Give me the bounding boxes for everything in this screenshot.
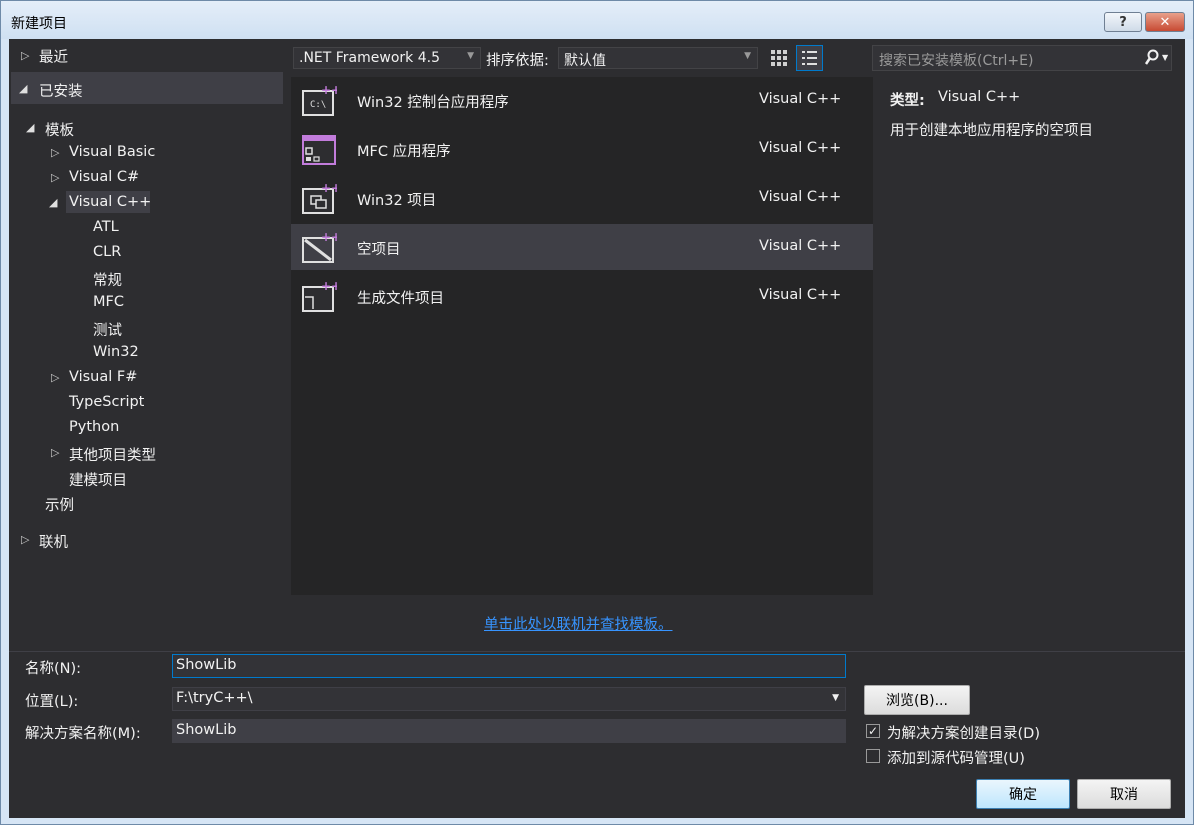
- template-language: Visual C++: [759, 140, 842, 156]
- create-directory-label[interactable]: 为解决方案创建目录(D): [887, 722, 1040, 743]
- chevron-down-icon: ▼: [744, 51, 751, 61]
- project-name-field[interactable]: ShowLib: [172, 654, 846, 678]
- search-icon[interactable]: [1144, 49, 1160, 71]
- mfc-app-icon: [301, 132, 337, 168]
- svg-text:++: ++: [321, 181, 337, 195]
- chevron-down-icon: ▼: [467, 51, 474, 61]
- type-label: 类型:: [890, 93, 925, 109]
- template-language: Visual C++: [759, 189, 842, 205]
- collapse-triangle-icon[interactable]: ◢: [26, 121, 34, 134]
- template-language: Visual C++: [759, 287, 842, 303]
- template-description: 类型: Visual C++ 用于创建本地应用程序的空项目: [879, 77, 1185, 595]
- collapse-triangle-icon[interactable]: ◢: [49, 196, 57, 209]
- browse-button[interactable]: 浏览(B)...: [864, 685, 970, 715]
- tree-item-win32[interactable]: Win32: [93, 344, 139, 360]
- chevron-down-icon[interactable]: ▼: [832, 693, 839, 703]
- tree-item-visual-csharp[interactable]: Visual C#: [69, 169, 139, 185]
- console-app-icon: C:\ ++: [301, 83, 341, 119]
- tree-item-modeling[interactable]: 建模项目: [69, 469, 127, 490]
- template-language: Visual C++: [759, 91, 842, 107]
- tree-item-templates[interactable]: 模板: [45, 119, 74, 140]
- tree-item-visual-basic[interactable]: Visual Basic: [69, 144, 155, 160]
- template-row[interactable]: MFC 应用程序 Visual C++: [291, 126, 873, 172]
- template-name: MFC 应用程序: [357, 144, 451, 160]
- template-row[interactable]: ++ Win32 项目 Visual C++: [291, 175, 873, 221]
- location-value: F:\tryC++\: [176, 690, 253, 706]
- svg-text:C:\: C:\: [310, 100, 326, 110]
- template-name: 生成文件项目: [357, 291, 444, 307]
- expand-triangle-icon[interactable]: ▷: [51, 371, 59, 384]
- template-list: C:\ ++ Win32 控制台应用程序 Visual C++ MFC 应用程序…: [291, 77, 873, 595]
- template-row[interactable]: C:\ ++ Win32 控制台应用程序 Visual C++: [291, 77, 873, 123]
- solution-name-label: 解决方案名称(M):: [25, 726, 141, 742]
- add-source-control-checkbox[interactable]: [866, 749, 880, 763]
- tree-item-general[interactable]: 常规: [93, 269, 122, 290]
- svg-text:++: ++: [321, 230, 337, 244]
- tree-item-atl[interactable]: ATL: [93, 219, 119, 235]
- expand-triangle-icon[interactable]: ▷: [21, 533, 29, 546]
- location-field[interactable]: F:\tryC++\ ▼: [172, 687, 846, 711]
- expand-triangle-icon[interactable]: ▷: [51, 171, 59, 184]
- tree-item-test[interactable]: 测试: [93, 319, 122, 340]
- name-label: 名称(N):: [25, 661, 82, 677]
- tree-item-mfc[interactable]: MFC: [93, 294, 124, 310]
- search-input-placeholder[interactable]: 搜索已安装模板(Ctrl+E): [879, 50, 1033, 70]
- window-title: 新建项目: [11, 16, 67, 32]
- svg-text:++: ++: [321, 83, 337, 97]
- template-row-selected[interactable]: ++ 空项目 Visual C++: [291, 224, 873, 270]
- template-name: Win32 项目: [357, 193, 437, 209]
- tree-item-python[interactable]: Python: [69, 419, 119, 435]
- makefile-project-icon: ++: [301, 279, 341, 315]
- tree-item-clr[interactable]: CLR: [93, 244, 121, 260]
- empty-project-icon: ++: [301, 230, 341, 266]
- template-name: 空项目: [357, 242, 401, 258]
- framework-select-value: .NET Framework 4.5: [299, 50, 440, 66]
- close-button[interactable]: ✕: [1145, 12, 1185, 32]
- tree-item-visual-fsharp[interactable]: Visual F#: [69, 369, 137, 385]
- help-button[interactable]: ?: [1104, 12, 1142, 32]
- new-project-dialog: 新建项目 ? ✕ ▷ 最近 ◢ 已安装 ◢ 模板 ▷ Visual Basic …: [0, 0, 1194, 825]
- template-search-box[interactable]: 搜索已安装模板(Ctrl+E) ▼: [872, 45, 1172, 71]
- tree-item-recent[interactable]: 最近: [39, 46, 68, 67]
- expand-triangle-icon[interactable]: ▷: [51, 146, 59, 159]
- sort-select[interactable]: 默认值 ▼: [558, 47, 758, 69]
- ok-button[interactable]: 确定: [976, 779, 1070, 809]
- template-row[interactable]: ++ 生成文件项目 Visual C++: [291, 273, 873, 319]
- tree-item-samples[interactable]: 示例: [45, 494, 74, 515]
- type-value: Visual C++: [938, 89, 1021, 105]
- expand-triangle-icon[interactable]: ▷: [21, 49, 29, 62]
- template-name: Win32 控制台应用程序: [357, 95, 509, 111]
- tree-item-typescript[interactable]: TypeScript: [69, 394, 144, 410]
- framework-select[interactable]: .NET Framework 4.5 ▼: [293, 47, 481, 69]
- win32-project-icon: ++: [301, 181, 341, 217]
- solution-name-field[interactable]: ShowLib: [172, 719, 846, 743]
- grid-view-icon[interactable]: [769, 48, 789, 68]
- create-directory-checkbox[interactable]: ✓: [866, 724, 880, 738]
- chevron-down-icon[interactable]: ▼: [1162, 53, 1168, 62]
- cancel-button[interactable]: 取消: [1077, 779, 1171, 809]
- add-source-control-label[interactable]: 添加到源代码管理(U): [887, 747, 1025, 768]
- list-view-icon[interactable]: [796, 45, 823, 71]
- sort-select-value: 默认值: [564, 53, 606, 69]
- template-language: Visual C++: [759, 238, 842, 254]
- sort-label: 排序依据:: [486, 53, 549, 69]
- tree-item-online[interactable]: 联机: [39, 531, 68, 552]
- tree-item-visual-cpp[interactable]: Visual C++: [69, 194, 151, 210]
- collapse-triangle-icon[interactable]: ◢: [19, 82, 27, 95]
- project-settings-panel: 名称(N): ShowLib 位置(L): F:\tryC++\ ▼ 浏览(B)…: [9, 651, 1185, 818]
- tree-item-other-types[interactable]: 其他项目类型: [69, 444, 156, 465]
- svg-text:++: ++: [321, 279, 337, 293]
- online-templates-link[interactable]: 单击此处以联机并查找模板。: [484, 613, 673, 634]
- location-label: 位置(L):: [25, 694, 79, 710]
- title-bar: 新建项目 ? ✕: [1, 1, 1193, 39]
- expand-triangle-icon[interactable]: ▷: [51, 446, 59, 459]
- tree-item-installed[interactable]: 已安装: [39, 80, 83, 101]
- description-text: 用于创建本地应用程序的空项目: [890, 123, 1093, 139]
- dialog-content: ▷ 最近 ◢ 已安装 ◢ 模板 ▷ Visual Basic ▷ Visual …: [9, 39, 1185, 818]
